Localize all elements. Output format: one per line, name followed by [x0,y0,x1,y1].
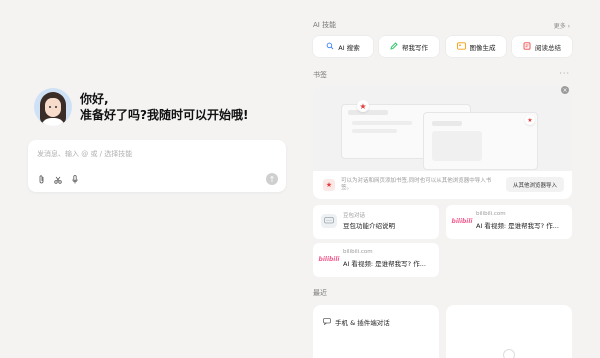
recent-item[interactable]: 手机 & 插件端对话 [313,305,439,358]
bookmark-item[interactable]: bilibili bilibili.com AI 看视频: 是谁帮我写? 作..… [446,205,572,239]
star-icon: ★ [525,115,535,125]
bookmark-item[interactable]: 豆包对话 豆包功能介绍说明 [313,205,439,239]
skill-reading-summary-button[interactable]: 阅读总结 [512,36,572,57]
message-icon [321,214,337,228]
skill-label: 阅读总结 [535,43,561,52]
scissors-icon[interactable] [54,175,62,184]
input-toolbar [37,175,79,184]
recent-item-placeholder [446,305,572,358]
greeting-line-2: 准备好了吗?我随时可以开始哦! [80,108,249,122]
recent-item-label: 手机 & 插件端对话 [335,319,390,327]
bookmark-source: bilibili.com [343,249,373,255]
bookmark-empty-footer: ★ 可以为对话和网页添加书签,同时也可以从其他浏览器中导入书签。 从其他浏览器导… [313,171,572,199]
import-bookmarks-button[interactable]: 从其他浏览器导入 [505,177,564,192]
bookmark-source: 豆包对话 [343,213,366,219]
skill-ai-search-button[interactable]: AI 搜索 [313,36,373,57]
chat-input-box[interactable]: 发消息、输入 @ 或 / 选择技能 ↑ [28,140,286,192]
search-icon [326,42,334,52]
bilibili-logo: bilibili [318,255,340,263]
bookmark-star-icon: ★ [323,179,335,191]
skills-title: AI 技能 [313,21,337,29]
arrow-up-icon: ↑ [268,174,276,184]
skill-label: 图像生成 [469,43,496,52]
chat-icon [323,317,331,327]
assistant-avatar [34,88,72,126]
bookmark-source: bilibili.com [476,211,506,217]
bookmark-item[interactable]: bilibili bilibili.com AI 看视频: 是谁帮我写? 作..… [313,243,439,277]
bilibili-logo: bilibili [451,217,473,225]
image-icon [456,41,466,52]
close-icon[interactable]: × [561,86,569,94]
loading-icon [503,349,515,358]
star-icon: ★ [357,100,369,112]
bookmark-empty-text: 可以为对话和网页添加书签,同时也可以从其他浏览器中导入书签。 [341,178,492,191]
pen-icon [390,41,398,52]
greeting-text: 你好, 准备好了吗?我随时可以开始哦! [80,91,248,123]
greeting: 你好, 准备好了吗?我随时可以开始哦! [34,88,248,126]
bookmark-title: AI 看视频: 是谁帮我写? 作... [343,260,426,268]
skill-writing-button[interactable]: 帮我写作 [379,36,439,57]
bookmark-illustration: ★ ★ [313,86,572,171]
send-button[interactable]: ↑ [266,173,278,185]
bookmark-empty-card: ★ ★ × ★ 可以为对话和网页添加书签,同时也可以从其他浏览器中导入书签。 从… [313,86,572,199]
book-icon [523,41,531,52]
bookmarks-title: 书签 [313,71,327,79]
paperclip-icon[interactable] [37,175,45,184]
skills-more-link[interactable]: 更多 › [554,21,570,30]
browser-window-illustration [423,112,538,170]
skill-image-gen-button[interactable]: 图像生成 [446,36,506,57]
recent-title: 最近 [313,289,327,297]
bookmark-title: 豆包功能介绍说明 [343,222,395,230]
chat-input-placeholder[interactable]: 发消息、输入 @ 或 / 选择技能 [37,149,132,159]
greeting-line-1: 你好, [80,92,109,106]
skill-label: AI 搜索 [338,43,360,52]
bookmarks-menu-button[interactable]: ··· [559,69,570,78]
bookmark-title: AI 看视频: 是谁帮我写? 作... [476,222,559,230]
skill-label: 帮我写作 [402,43,428,52]
microphone-icon[interactable] [71,175,79,184]
